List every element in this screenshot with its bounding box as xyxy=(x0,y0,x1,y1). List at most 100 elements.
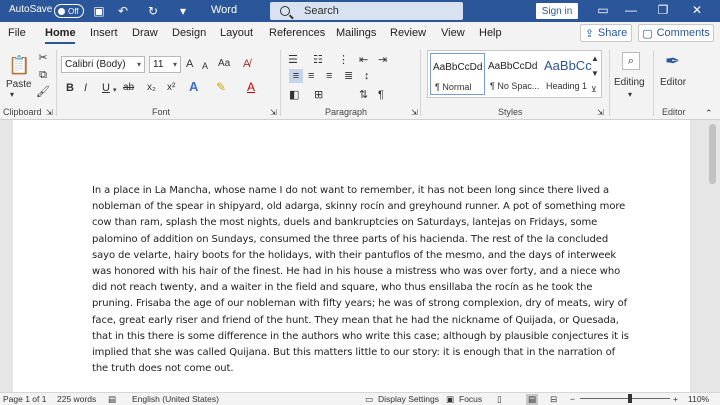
language[interactable]: English (United States) xyxy=(132,394,219,404)
zoom-out-icon[interactable]: − xyxy=(570,394,575,404)
close-icon[interactable]: ✕ xyxy=(690,3,704,17)
strikethrough-button[interactable]: ab xyxy=(123,81,134,95)
format-painter-icon[interactable]: 🖌 xyxy=(36,85,50,99)
tab-insert[interactable]: Insert xyxy=(90,27,118,39)
display-settings[interactable]: Display Settings xyxy=(378,394,439,404)
justify-icon[interactable]: ≣ xyxy=(344,69,353,83)
text-effects-icon[interactable]: A xyxy=(189,80,198,94)
autosave-label: AutoSave xyxy=(9,4,53,15)
cut-icon[interactable]: ✂ xyxy=(36,51,50,65)
separator xyxy=(609,50,610,116)
sign-in-button[interactable]: Sign in xyxy=(536,3,578,19)
superscript-button[interactable]: x² xyxy=(167,81,175,95)
scrollbar-thumb[interactable] xyxy=(709,124,716,184)
autosave-state: Off xyxy=(68,6,79,16)
autosave-toggle[interactable]: Off xyxy=(54,4,84,18)
italic-button[interactable]: I xyxy=(84,81,87,95)
print-layout-icon[interactable]: ▤ xyxy=(526,394,539,405)
tab-mailings[interactable]: Mailings xyxy=(336,27,376,39)
editing-dropdown-icon[interactable]: ▾ xyxy=(628,88,632,102)
line-spacing-icon[interactable]: ↕ xyxy=(364,69,370,83)
web-layout-icon[interactable]: ⊟ xyxy=(550,394,557,405)
change-case-icon[interactable]: Aa xyxy=(218,57,230,71)
page-count[interactable]: Page 1 of 1 xyxy=(3,394,46,404)
tab-review[interactable]: Review xyxy=(390,27,426,39)
separator xyxy=(280,50,281,116)
align-center-icon[interactable]: ≡ xyxy=(308,69,314,83)
find-icon[interactable]: ⌕ xyxy=(622,52,640,70)
tab-home[interactable]: Home xyxy=(45,27,76,39)
zoom-slider-thumb[interactable] xyxy=(627,394,632,403)
align-right-icon[interactable]: ≡ xyxy=(326,69,332,83)
customize-qat-icon[interactable]: ▾ xyxy=(176,4,190,18)
zoom-slider[interactable] xyxy=(580,398,670,399)
clipboard-launcher-icon[interactable]: ⇲ xyxy=(46,106,53,120)
font-size-select[interactable]: 11 ▾ xyxy=(149,56,181,73)
tab-file[interactable]: File xyxy=(8,27,26,39)
style-heading-1[interactable]: AaBbCc Heading 1 xyxy=(542,53,597,95)
save-icon[interactable]: ▣ xyxy=(92,4,106,18)
styles-more-icon[interactable]: ⊻ xyxy=(591,83,597,97)
paste-dropdown-icon[interactable]: ▾ xyxy=(10,88,14,102)
underline-button[interactable]: U xyxy=(102,81,110,95)
multilevel-list-icon[interactable]: ⋮ xyxy=(338,53,349,67)
share-button[interactable]: ⇪ Share xyxy=(580,24,632,42)
numbering-icon[interactable]: ☷ xyxy=(313,53,323,67)
sort-icon[interactable]: ⇅ xyxy=(359,88,368,102)
underline-dropdown-icon[interactable]: ▾ xyxy=(113,84,117,98)
paragraph-group-label: Paragraph xyxy=(325,107,368,117)
restore-icon[interactable]: ❐ xyxy=(656,3,670,17)
collapse-ribbon-icon[interactable]: ⌃ xyxy=(705,106,713,120)
grow-font-icon[interactable]: A xyxy=(186,57,193,71)
read-mode-icon[interactable]: ▯ xyxy=(497,394,502,405)
tab-draw[interactable]: Draw xyxy=(132,27,158,39)
font-name-value: Calibri (Body) xyxy=(65,59,126,70)
tab-help[interactable]: Help xyxy=(479,27,502,39)
document-body-text[interactable]: In a place in La Mancha, whose name I do… xyxy=(92,183,632,377)
styles-launcher-icon[interactable]: ⇲ xyxy=(597,106,604,120)
bullets-icon[interactable]: ☰ xyxy=(288,53,298,67)
font-name-select[interactable]: Calibri (Body) ▾ xyxy=(61,56,145,73)
minimize-icon[interactable]: — xyxy=(624,3,638,17)
bold-button[interactable]: B xyxy=(66,81,74,95)
search-box[interactable]: Search xyxy=(270,2,463,20)
borders-icon[interactable]: ⊞ xyxy=(314,88,323,102)
font-launcher-icon[interactable]: ⇲ xyxy=(270,106,277,120)
subscript-button[interactable]: x₂ xyxy=(147,81,156,95)
styles-scroll-down-icon[interactable]: ▼ xyxy=(591,67,599,81)
tab-design[interactable]: Design xyxy=(172,27,206,39)
styles-scroll-up-icon[interactable]: ▲ xyxy=(591,52,599,66)
paragraph-launcher-icon[interactable]: ⇲ xyxy=(411,106,418,120)
undo-icon[interactable]: ↶ xyxy=(116,4,130,18)
font-group-label: Font xyxy=(152,107,171,117)
align-left-icon[interactable]: ≡ xyxy=(289,69,303,83)
paste-icon[interactable]: 📋 xyxy=(8,54,30,76)
tab-view[interactable]: View xyxy=(441,27,465,39)
tab-layout[interactable]: Layout xyxy=(220,27,253,39)
tab-references[interactable]: References xyxy=(269,27,325,39)
focus-icon[interactable]: ▣ xyxy=(446,394,454,405)
copy-icon[interactable]: ⧉ xyxy=(36,68,50,82)
comment-icon: ▢ xyxy=(642,27,653,40)
highlight-icon[interactable]: ✎ xyxy=(216,80,226,94)
proofing-icon[interactable]: ▤ xyxy=(108,394,116,405)
display-settings-icon[interactable]: ▭ xyxy=(365,394,373,405)
focus-mode[interactable]: Focus xyxy=(459,394,482,404)
font-color-icon[interactable]: A xyxy=(247,80,255,94)
ribbon-display-icon[interactable]: ▭ xyxy=(596,3,610,17)
shrink-font-icon[interactable]: A xyxy=(202,59,208,73)
editor-icon[interactable]: ✒ xyxy=(665,50,680,72)
clear-formatting-icon[interactable]: A̸ xyxy=(243,57,250,71)
comments-button[interactable]: ▢ Comments xyxy=(638,24,714,42)
zoom-level[interactable]: 110% xyxy=(688,394,709,404)
editor-label[interactable]: Editor xyxy=(660,76,686,90)
increase-indent-icon[interactable]: ⇥ xyxy=(378,53,387,67)
redo-icon[interactable]: ↻ xyxy=(146,4,160,18)
decrease-indent-icon[interactable]: ⇤ xyxy=(359,53,368,67)
style-normal[interactable]: AaBbCcDd ¶ Normal xyxy=(430,53,485,95)
show-formatting-icon[interactable]: ¶ xyxy=(378,88,384,102)
shading-icon[interactable]: ◧ xyxy=(289,88,299,102)
word-count[interactable]: 225 words xyxy=(57,394,96,404)
style-no-spacing[interactable]: AaBbCcDd ¶ No Spac... xyxy=(486,53,541,95)
zoom-in-icon[interactable]: + xyxy=(673,394,678,404)
